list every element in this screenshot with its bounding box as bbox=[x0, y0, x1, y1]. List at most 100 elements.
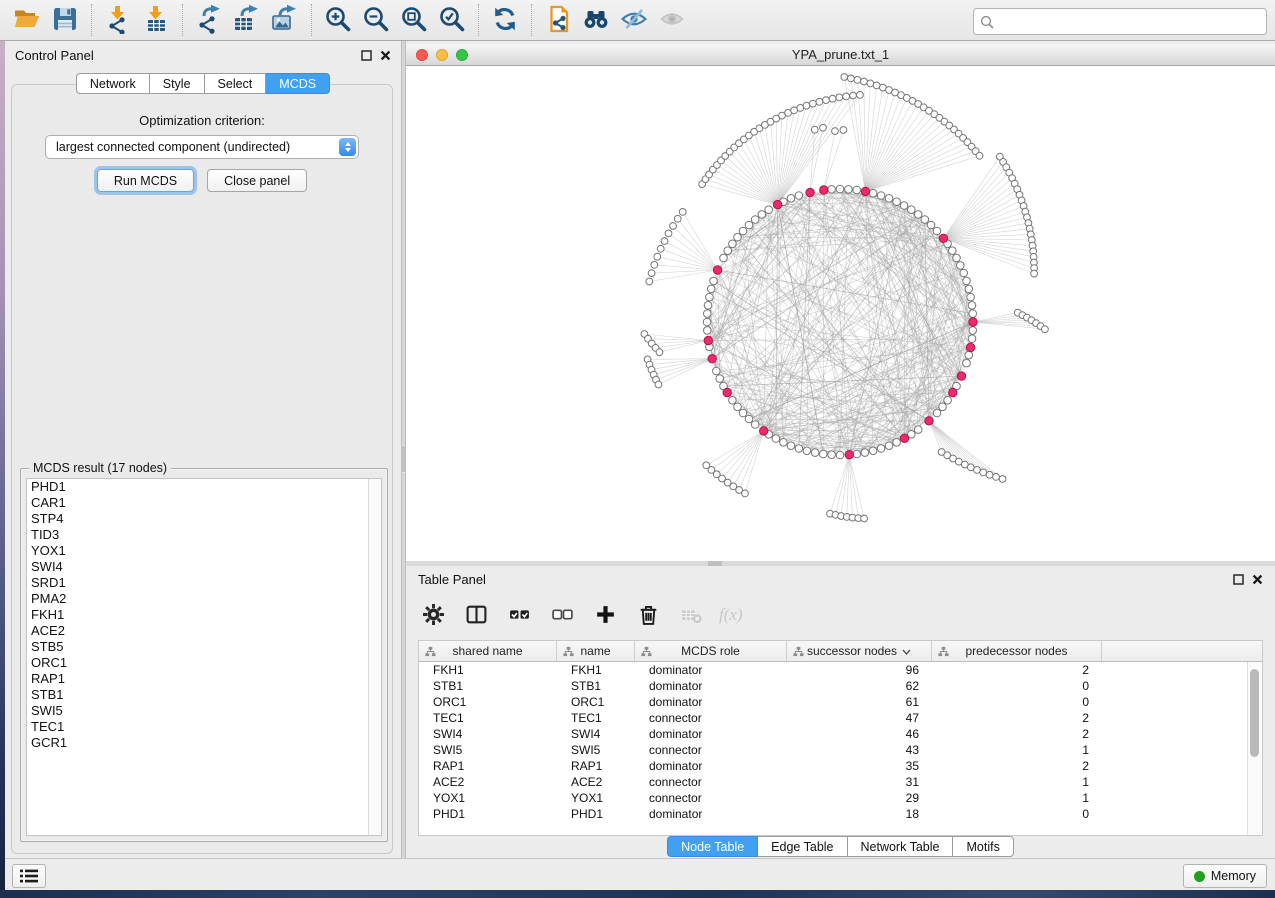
tab-network-table[interactable]: Network Table bbox=[848, 836, 954, 857]
table-row[interactable]: STB1STB1dominator620 bbox=[419, 678, 1262, 694]
table-cell: 47 bbox=[787, 711, 932, 725]
split-columns-button[interactable] bbox=[463, 603, 489, 629]
export-network-button[interactable] bbox=[190, 3, 228, 37]
mcds-result-item[interactable]: RAP1 bbox=[27, 671, 381, 687]
mcds-result-item[interactable]: GCR1 bbox=[27, 735, 381, 751]
import-table-icon bbox=[141, 4, 171, 37]
table-scrollbar-thumb[interactable] bbox=[1250, 669, 1259, 757]
mcds-result-item[interactable]: YOX1 bbox=[27, 543, 381, 559]
table-cell: 43 bbox=[787, 743, 932, 757]
mcds-result-item[interactable]: SWI5 bbox=[27, 703, 381, 719]
mcds-result-item[interactable]: SRD1 bbox=[27, 575, 381, 591]
memory-label: Memory bbox=[1211, 869, 1256, 883]
zoom-in-button[interactable] bbox=[319, 3, 357, 37]
table-cell: 35 bbox=[787, 759, 932, 773]
close-panel-button[interactable]: Close panel bbox=[207, 169, 307, 192]
table-cell: 1 bbox=[932, 791, 1102, 805]
criterion-value: largest connected component (undirected) bbox=[46, 140, 339, 154]
deselect-all-button[interactable] bbox=[549, 603, 575, 629]
mcds-result-item[interactable]: FKH1 bbox=[27, 607, 381, 623]
close-panel-icon[interactable] bbox=[380, 50, 391, 61]
tab-node-table[interactable]: Node Table bbox=[667, 836, 758, 857]
add-column-button[interactable] bbox=[592, 603, 618, 629]
import-network-button[interactable] bbox=[99, 3, 137, 37]
table-cell: 62 bbox=[787, 679, 932, 693]
tab-style[interactable]: Style bbox=[150, 73, 205, 94]
apply-function-button: f(x) bbox=[721, 603, 747, 629]
tab-edge-table[interactable]: Edge Table bbox=[758, 836, 847, 857]
toolbar-separator bbox=[91, 4, 92, 36]
mcds-result-item[interactable]: TID3 bbox=[27, 527, 381, 543]
search-input[interactable] bbox=[998, 11, 1266, 33]
splitter-grip[interactable] bbox=[402, 445, 405, 473]
float-panel-icon[interactable] bbox=[361, 50, 372, 61]
table-row[interactable]: ACE2ACE2connector311 bbox=[419, 774, 1262, 790]
open-file-button[interactable] bbox=[8, 3, 46, 37]
zoom-selected-button[interactable] bbox=[433, 3, 471, 37]
table-cell: 0 bbox=[932, 807, 1102, 821]
settings-gear-button[interactable] bbox=[420, 603, 446, 629]
table-cell: RAP1 bbox=[557, 759, 635, 773]
delete-column-button[interactable] bbox=[635, 603, 661, 629]
mcds-result-item[interactable]: STB1 bbox=[27, 687, 381, 703]
attribute-icon bbox=[938, 646, 949, 660]
network-canvas[interactable] bbox=[406, 66, 1275, 561]
zoom-fit-button[interactable] bbox=[395, 3, 433, 37]
table-row[interactable]: SWI4SWI4dominator462 bbox=[419, 726, 1262, 742]
column-header-predecessor-nodes[interactable]: predecessor nodes bbox=[932, 641, 1102, 661]
select-all-button[interactable] bbox=[506, 603, 532, 629]
save-session-button[interactable] bbox=[46, 3, 84, 37]
table-cell: 2 bbox=[932, 759, 1102, 773]
hide-selection-button[interactable] bbox=[615, 3, 653, 37]
table-row[interactable]: PHD1PHD1dominator180 bbox=[419, 806, 1262, 822]
table-cell: ACE2 bbox=[557, 775, 635, 789]
mcds-result-item[interactable]: SWI4 bbox=[27, 559, 381, 575]
mcds-result-item[interactable]: CAR1 bbox=[27, 495, 381, 511]
table-cell: FKH1 bbox=[419, 663, 557, 677]
close-table-panel-icon[interactable] bbox=[1252, 574, 1263, 585]
column-header-shared-name[interactable]: shared name bbox=[419, 641, 557, 661]
column-header-successor-nodes[interactable]: successor nodes bbox=[787, 641, 932, 661]
mcds-result-item[interactable]: TEC1 bbox=[27, 719, 381, 735]
mcds-result-item[interactable]: ACE2 bbox=[27, 623, 381, 639]
float-table-panel-icon[interactable] bbox=[1233, 574, 1244, 585]
export-table-button[interactable] bbox=[228, 3, 266, 37]
mcds-result-item[interactable]: STB5 bbox=[27, 639, 381, 655]
table-cell: PHD1 bbox=[419, 807, 557, 821]
column-header-name[interactable]: name bbox=[557, 641, 635, 661]
table-scrollbar[interactable] bbox=[1247, 662, 1262, 835]
table-cell: STB1 bbox=[419, 679, 557, 693]
table-cell: 29 bbox=[787, 791, 932, 805]
table-row[interactable]: SWI5SWI5connector431 bbox=[419, 742, 1262, 758]
mcds-result-item[interactable]: PHD1 bbox=[27, 479, 381, 495]
column-header-MCDS-role[interactable]: MCDS role bbox=[635, 641, 787, 661]
find-button[interactable] bbox=[577, 3, 615, 37]
tab-motifs[interactable]: Motifs bbox=[953, 836, 1013, 857]
tab-mcds[interactable]: MCDS bbox=[266, 73, 330, 94]
mcds-result-item[interactable]: ORC1 bbox=[27, 655, 381, 671]
table-row[interactable]: YOX1YOX1connector291 bbox=[419, 790, 1262, 806]
table-cell: dominator bbox=[635, 695, 787, 709]
run-mcds-button[interactable]: Run MCDS bbox=[97, 169, 194, 192]
new-network-from-selection-button[interactable] bbox=[539, 3, 577, 37]
table-row[interactable]: RAP1RAP1dominator352 bbox=[419, 758, 1262, 774]
column-label: shared name bbox=[452, 644, 522, 658]
task-history-button[interactable] bbox=[12, 864, 46, 888]
criterion-select[interactable]: largest connected component (undirected) bbox=[45, 135, 359, 159]
import-table-button[interactable] bbox=[137, 3, 175, 37]
export-image-button[interactable] bbox=[266, 3, 304, 37]
table-cell: ORC1 bbox=[419, 695, 557, 709]
zoom-out-button[interactable] bbox=[357, 3, 395, 37]
apply-layout-button[interactable] bbox=[486, 3, 524, 37]
save-session-icon bbox=[50, 4, 80, 37]
tab-select[interactable]: Select bbox=[205, 73, 267, 94]
table-row[interactable]: ORC1ORC1dominator610 bbox=[419, 694, 1262, 710]
mcds-result-item[interactable]: STP4 bbox=[27, 511, 381, 527]
table-row[interactable]: TEC1TEC1connector472 bbox=[419, 710, 1262, 726]
find-icon bbox=[581, 4, 611, 37]
memory-button[interactable]: Memory bbox=[1183, 864, 1267, 888]
table-row[interactable]: FKH1FKH1dominator962 bbox=[419, 662, 1262, 678]
result-list-scrollbar[interactable] bbox=[368, 479, 381, 835]
tab-network[interactable]: Network bbox=[76, 73, 150, 94]
mcds-result-item[interactable]: PMA2 bbox=[27, 591, 381, 607]
